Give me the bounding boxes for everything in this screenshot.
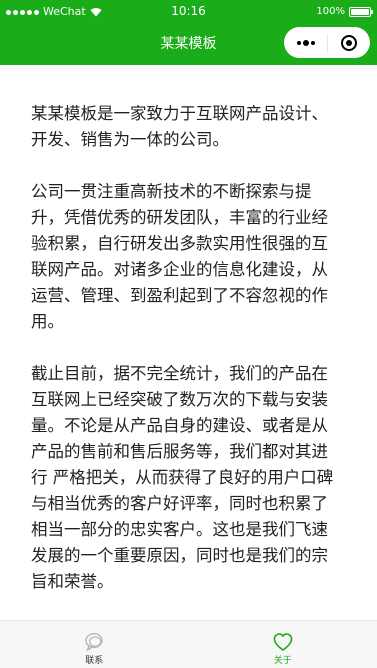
tech-paragraph: 公司一贯注重高新技术的不断探索与提升，凭借优秀的研发团队，丰富的行业经验积累，自… (31, 182, 328, 331)
tab-about[interactable]: 关于 (189, 621, 377, 668)
tab-contact-label: 联系 (85, 656, 104, 666)
tab-bar: 联系 关于 (0, 620, 377, 668)
menu-capsule (284, 27, 370, 58)
more-button[interactable] (284, 27, 327, 58)
chat-bubble-icon (85, 632, 103, 651)
nav-bar: 某某模板 (0, 24, 377, 65)
stats-paragraph: 截止目前，据不完全统计，我们的产品在互联网上已经突破了数万次的下载与安装量。不论… (31, 364, 334, 591)
heart-icon (273, 633, 293, 651)
close-icon (341, 34, 357, 51)
about-content: 某某模板是一家致力于互联网产品设计、开发、销售为一体的公司。 公司一贯注重高新技… (31, 101, 341, 621)
tab-about-label: 关于 (273, 656, 292, 666)
close-button[interactable] (328, 27, 370, 58)
tab-contact[interactable]: 联系 (0, 621, 189, 668)
status-right: 100% (316, 5, 373, 19)
app-screen: WeChat 10:16 100% 某某模板 某某模板是一家致力于互联网产品设计… (0, 0, 377, 668)
status-bar: WeChat 10:16 100% (0, 0, 377, 24)
intro-paragraph: 某某模板是一家致力于互联网产品设计、开发、销售为一体的公司。 (31, 104, 328, 149)
battery-percent: 100% (316, 6, 345, 17)
battery-icon (349, 7, 373, 17)
